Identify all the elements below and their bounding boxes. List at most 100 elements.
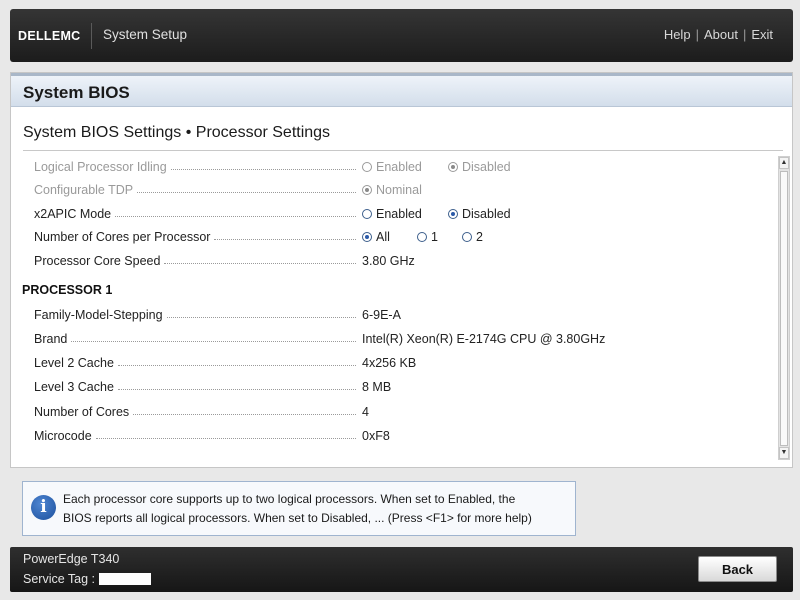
system-model: PowerEdge T340 <box>23 552 120 566</box>
radio-group: All 1 2 <box>362 230 501 244</box>
leader-dots <box>164 262 356 264</box>
leader-dots <box>117 364 356 366</box>
title-divider <box>23 150 783 151</box>
about-link[interactable]: About <box>704 27 738 42</box>
top-links: Help | About | Exit <box>664 27 773 42</box>
info-value: Intel(R) Xeon(R) E-2174G CPU @ 3.80GHz <box>362 332 606 346</box>
info-value: 8 MB <box>362 380 392 394</box>
info-level-2-cache: Level 2 Cache 4x256 KB <box>11 352 777 374</box>
help-link[interactable]: Help <box>664 27 691 42</box>
exit-link[interactable]: Exit <box>751 27 773 42</box>
setting-value: 3.80 GHz <box>362 254 415 268</box>
setting-logical-processor-idling: Logical Processor Idling Enabled Disable… <box>11 156 777 178</box>
help-line-2: BIOS reports all logical processors. Whe… <box>63 511 532 525</box>
radio-label: 1 <box>431 230 438 244</box>
info-label: Number of Cores <box>34 405 130 419</box>
radio-option-enabled[interactable]: Enabled <box>362 207 430 221</box>
radio-label: Disabled <box>462 207 511 221</box>
top-bar: DELLEMC System Setup Help | About | Exit <box>10 9 793 62</box>
leader-dots <box>214 238 356 240</box>
info-level-3-cache: Level 3 Cache 8 MB <box>11 376 777 398</box>
setting-x2apic-mode: x2APIC Mode Enabled Disabled <box>11 203 777 225</box>
radio-group: Enabled Disabled <box>362 207 529 221</box>
scroll-thumb[interactable] <box>780 171 788 446</box>
settings-list: Logical Processor Idling Enabled Disable… <box>11 153 777 459</box>
radio-label: 2 <box>476 230 483 244</box>
radio-label: Nominal <box>376 183 422 197</box>
info-label: Family-Model-Stepping <box>34 308 163 322</box>
processor-1-heading: PROCESSOR 1 <box>22 283 113 297</box>
radio-option-enabled: Enabled <box>362 160 430 174</box>
info-value: 4x256 KB <box>362 356 417 370</box>
info-brand: Brand Intel(R) Xeon(R) E-2174G CPU @ 3.8… <box>11 328 777 350</box>
info-label: Level 3 Cache <box>34 380 114 394</box>
radio-option-1[interactable]: 1 <box>417 230 444 244</box>
app-title: System Setup <box>103 27 188 42</box>
scroll-down-arrow-icon[interactable]: ▼ <box>779 447 789 459</box>
setting-label: x2APIC Mode <box>34 207 112 221</box>
leader-dots <box>133 413 356 415</box>
scrollbar[interactable]: ▲ ▼ <box>778 156 790 460</box>
radio-selected-icon <box>448 162 458 172</box>
radio-icon[interactable] <box>462 232 472 242</box>
footer-bar: PowerEdge T340 Service Tag : Back <box>10 547 793 592</box>
service-tag-label: Service Tag : <box>23 572 96 586</box>
radio-option-all[interactable]: All <box>362 230 399 244</box>
radio-option-disabled: Disabled <box>448 160 511 174</box>
info-value: 0xF8 <box>362 429 390 443</box>
radio-option-disabled[interactable]: Disabled <box>448 207 511 221</box>
link-separator: | <box>742 27 747 42</box>
leader-dots <box>95 437 356 439</box>
scroll-up-arrow-icon[interactable]: ▲ <box>779 157 789 169</box>
radio-icon[interactable] <box>417 232 427 242</box>
leader-dots <box>71 340 356 342</box>
leader-dots <box>166 316 356 318</box>
help-line-1: Each processor core supports up to two l… <box>63 492 516 506</box>
radio-label: All <box>376 230 390 244</box>
help-text: Each processor core supports up to two l… <box>63 490 568 528</box>
radio-selected-icon <box>362 185 372 195</box>
help-box: i Each processor core supports up to two… <box>22 481 576 536</box>
info-value: 6-9E-A <box>362 308 401 322</box>
setting-processor-core-speed: Processor Core Speed 3.80 GHz <box>11 250 777 272</box>
link-separator: | <box>695 27 699 42</box>
brand-divider <box>91 23 92 49</box>
setting-label: Configurable TDP <box>34 183 134 197</box>
info-label: Level 2 Cache <box>34 356 114 370</box>
info-icon: i <box>31 495 56 520</box>
radio-selected-icon[interactable] <box>362 232 372 242</box>
info-value: 4 <box>362 405 369 419</box>
section-header: System BIOS <box>11 73 792 107</box>
radio-option-nominal: Nominal <box>362 183 422 197</box>
setting-label: Number of Cores per Processor <box>34 230 211 244</box>
dell-emc-logo: DELLEMC <box>18 29 81 43</box>
radio-label: Enabled <box>376 207 422 221</box>
leader-dots <box>115 215 356 217</box>
radio-option-2[interactable]: 2 <box>462 230 483 244</box>
service-tag-redacted <box>99 573 152 585</box>
service-tag: Service Tag : <box>23 572 152 586</box>
page-title: System BIOS Settings • Processor Setting… <box>23 124 331 141</box>
setting-label: Processor Core Speed <box>34 254 161 268</box>
radio-label: Disabled <box>462 160 511 174</box>
leader-dots <box>117 388 356 390</box>
section-title: System BIOS <box>23 83 130 102</box>
leader-dots <box>137 191 356 193</box>
info-label: Microcode <box>34 429 92 443</box>
main-panel: System BIOS System BIOS Settings • Proce… <box>10 72 793 468</box>
setting-label: Logical Processor Idling <box>34 160 167 174</box>
radio-icon <box>362 162 372 172</box>
info-microcode: Microcode 0xF8 <box>11 425 777 447</box>
radio-icon[interactable] <box>362 209 372 219</box>
radio-group: Enabled Disabled <box>362 160 529 174</box>
back-button[interactable]: Back <box>698 556 777 582</box>
setting-configurable-tdp: Configurable TDP Nominal <box>11 179 777 201</box>
radio-group: Nominal <box>362 183 440 197</box>
leader-dots <box>170 168 356 170</box>
info-label: Brand <box>34 332 68 346</box>
info-number-of-cores: Number of Cores 4 <box>11 401 777 423</box>
setting-cores-per-processor: Number of Cores per Processor All 1 2 <box>11 226 777 248</box>
radio-selected-icon[interactable] <box>448 209 458 219</box>
radio-label: Enabled <box>376 160 422 174</box>
info-family-model-stepping: Family-Model-Stepping 6-9E-A <box>11 304 777 326</box>
